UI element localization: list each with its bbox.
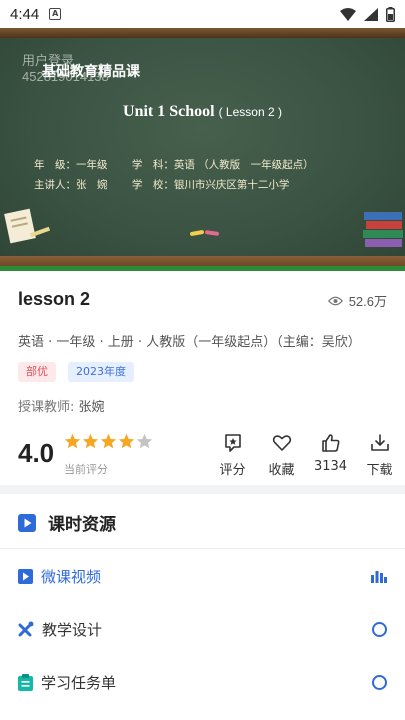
- star-filled-icon: [82, 433, 99, 449]
- lesson-resources: 课时资源 微课视频 教学设计 学习任务单: [0, 494, 405, 720]
- tools-icon: [18, 621, 34, 637]
- play-square-icon: [18, 513, 36, 532]
- resources-header: 课时资源: [18, 510, 116, 535]
- battery-icon: [386, 6, 395, 22]
- paper-decoration-icon: [4, 208, 51, 244]
- lesson-info-card: lesson 2 52.6万 英语 · 一年级 · 上册 · 人教版（一年级起点…: [0, 271, 405, 485]
- signal-icon: [364, 7, 378, 21]
- wifi-icon: [340, 7, 356, 21]
- status-icons: [340, 6, 395, 22]
- clipboard-icon: [18, 673, 33, 691]
- star-rating: [64, 433, 153, 450]
- board-info-line: 年 级：一年级 学 科：英语 （人教版 一年级起点）: [34, 159, 314, 171]
- eye-icon: [327, 296, 343, 305]
- video-player[interactable]: 用户登录 452819014138 基础教育精品课 Unit 1 School …: [0, 28, 405, 271]
- status-circle-icon: [372, 621, 387, 637]
- resource-item-task-sheet[interactable]: 学习任务单: [18, 670, 387, 694]
- rating-score: 4.0: [18, 438, 55, 468]
- award-badge: 部优: [18, 362, 56, 382]
- favorite-button[interactable]: 收藏: [257, 433, 306, 478]
- teacher-name: 张婉: [78, 400, 105, 415]
- unit-title: Unit 1 School ( Lesson 2 ): [123, 103, 282, 120]
- books-icon: [363, 212, 403, 247]
- lesson-meta: 英语 · 一年级 · 上册 · 人教版（一年级起点）（主编：吴欣）: [18, 335, 361, 350]
- rating-label: 当前评分: [64, 463, 108, 476]
- action-bar: 评分 收藏 3134 下载: [208, 433, 404, 478]
- view-count: 52.6万: [327, 291, 387, 310]
- teacher-info: 授课教师: 张婉: [18, 400, 105, 415]
- heart-icon: [272, 435, 291, 451]
- video-play-icon: [18, 568, 33, 584]
- notification-a-icon: A: [49, 8, 62, 20]
- lesson-title: lesson 2: [18, 289, 91, 309]
- year-badge: 2023年度: [68, 362, 134, 382]
- like-button[interactable]: 3134: [306, 433, 355, 478]
- status-bar: 4:44 A: [0, 0, 405, 28]
- lesson-detail-page: 4:44 A 用户登录 452819014138 基础教育精品课 Unit 1 …: [0, 0, 405, 720]
- star-filled-icon: [64, 433, 81, 449]
- rate-icon: [224, 434, 241, 452]
- download-button[interactable]: 下载: [355, 433, 404, 478]
- tag-list: 部优 2023年度: [18, 362, 134, 382]
- star-empty-icon: [136, 433, 153, 449]
- resource-item-teaching-design[interactable]: 教学设计: [18, 617, 387, 641]
- status-circle-icon: [372, 674, 387, 690]
- course-title: 基础教育精品课: [42, 64, 140, 80]
- board-info-line: 主讲人：张 婉 学 校：银川市兴庆区第十二小学: [34, 179, 290, 191]
- download-icon: [370, 434, 389, 451]
- star-filled-icon: [118, 433, 135, 449]
- status-time: 4:44: [10, 5, 40, 23]
- chalk-icon: [190, 230, 219, 236]
- resource-item-micro-video[interactable]: 微课视频: [18, 564, 387, 588]
- star-filled-icon: [100, 433, 117, 449]
- rate-button[interactable]: 评分: [208, 433, 257, 478]
- thumbs-up-icon: [321, 434, 339, 452]
- equalizer-icon: [371, 571, 387, 583]
